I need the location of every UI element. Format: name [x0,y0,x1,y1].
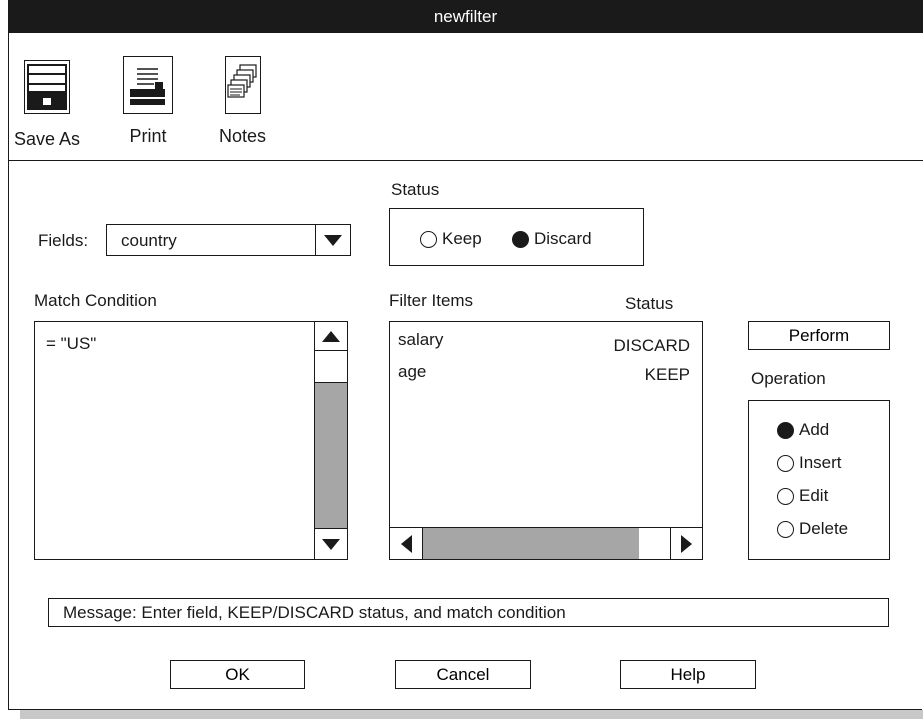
radio-unselected-icon [420,230,437,248]
message-text: Message: Enter field, KEEP/DISCARD statu… [63,603,566,622]
status-label: Status [391,180,440,199]
status-discard-label: Discard [534,229,592,248]
scroll-up-button[interactable] [315,322,347,351]
perform-button[interactable]: Perform [748,321,890,350]
fields-label: Fields: [38,231,89,250]
radio-unselected-icon [777,520,794,538]
help-button[interactable]: Help [620,660,756,689]
horizontal-scrollbar[interactable] [390,528,702,559]
filter-status-header: Status [625,294,674,313]
hscrollbar-track [423,528,639,559]
vertical-scrollbar[interactable] [315,322,347,559]
filter-item-status: DISCARD [613,336,690,355]
save-as-button[interactable]: Save As [14,56,80,150]
scrollbar-track [315,383,347,528]
scroll-left-button[interactable] [390,528,423,559]
operation-edit-radio[interactable]: Edit [777,486,828,506]
notes-stack-icon [224,56,261,114]
scroll-down-button[interactable] [315,528,347,559]
fields-select[interactable]: country [106,224,351,256]
print-label: Print [129,126,167,146]
status-keep-radio[interactable]: Keep [420,229,482,249]
scroll-thumb[interactable] [315,351,347,383]
radio-unselected-icon [777,454,794,472]
operation-add-radio[interactable]: Add [777,420,829,440]
save-as-label: Save As [14,129,81,149]
window-title: newfilter [433,6,498,26]
notes-button[interactable]: Notes [219,56,266,147]
triangle-right-icon [681,534,692,553]
operation-label: Operation [751,369,826,388]
radio-selected-icon [512,230,529,248]
message-bar: Message: Enter field, KEEP/DISCARD statu… [48,598,889,627]
triangle-left-icon [400,534,412,553]
scroll-right-button[interactable] [671,528,702,559]
operation-add-label: Add [799,420,830,439]
filter-item-row[interactable]: age KEEP [398,362,690,385]
filter-item-row[interactable]: salary DISCARD [398,330,690,356]
match-condition-textarea[interactable]: = "US" [34,321,348,560]
radio-selected-icon [777,421,794,439]
triangle-down-icon [322,538,340,550]
status-keep-label: Keep [442,229,482,248]
floppy-disk-icon [24,60,71,114]
print-button[interactable]: Print [123,56,173,147]
window-titlebar: newfilter [8,0,923,33]
cancel-button[interactable]: Cancel [395,660,531,689]
status-discard-radio[interactable]: Discard [512,229,592,249]
filter-item-status: KEEP [644,365,690,384]
notes-label: Notes [219,126,267,146]
fields-select-value: country [121,231,177,250]
match-condition-value: = "US" [46,334,97,353]
filter-items-list[interactable] [389,321,703,560]
hscroll-thumb[interactable] [639,528,671,559]
filter-items-label: Filter Items [389,291,474,310]
ok-button[interactable]: OK [170,660,305,689]
toolbar-divider [8,160,923,161]
operation-delete-radio[interactable]: Delete [777,519,848,539]
chevron-down-icon[interactable] [316,225,350,255]
radio-unselected-icon [777,487,794,505]
printer-icon [123,56,173,114]
operation-insert-label: Insert [799,453,842,472]
operation-delete-label: Delete [799,519,849,538]
operation-edit-label: Edit [799,486,829,505]
filter-item-name: age [398,362,427,381]
status-group: Keep Discard [389,208,644,266]
match-condition-label: Match Condition [34,291,157,310]
window-shadow [20,710,923,719]
operation-insert-radio[interactable]: Insert [777,453,842,473]
filter-item-name: salary [398,330,444,349]
triangle-up-icon [322,330,340,342]
operation-group: Add Insert Edit Delete [748,400,890,560]
